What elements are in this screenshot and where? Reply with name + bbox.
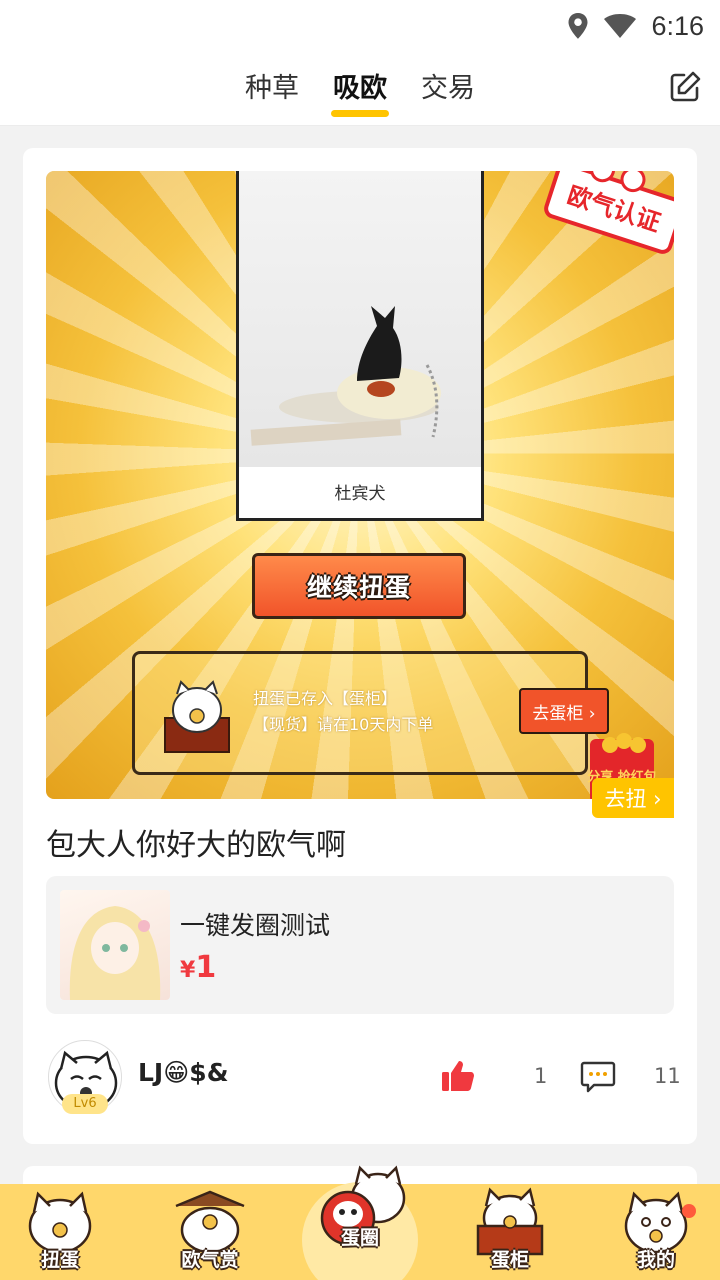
post-title: 包大人你好大的欧气啊	[46, 828, 346, 863]
cabinet-notice: 扭蛋已存入【蛋柜】 【现货】请在10天内下单 去蛋柜 ›	[132, 651, 609, 775]
comment-icon[interactable]	[580, 1058, 616, 1094]
nav-item-gacha[interactable]: 扭蛋	[0, 1184, 120, 1280]
nav-item-profile[interactable]: 我的	[596, 1184, 716, 1280]
notification-dot	[682, 1204, 696, 1218]
thumbs-up-icon[interactable]	[440, 1058, 476, 1094]
post-image[interactable]: 杜宾犬 继续扭蛋 扭蛋已存入【蛋柜】 【现货】请在10天内下单 去蛋柜 › 欧气…	[46, 171, 674, 799]
nav-item-cabinet[interactable]: 蛋柜	[450, 1184, 570, 1280]
top-nav: 种草 吸欧 交易	[0, 52, 720, 126]
notice-line-2: 【现货】请在10天内下单	[253, 715, 434, 734]
edit-icon[interactable]	[668, 70, 702, 104]
nav-item-lucky-reward[interactable]: 欧气赏	[150, 1184, 270, 1280]
prize-photo-frame: 杜宾犬	[236, 171, 484, 521]
status-bar: 6:16	[0, 0, 720, 52]
like-count: 1	[534, 1064, 548, 1088]
product-thumbnail	[60, 890, 170, 1000]
price-currency: ¥	[180, 958, 196, 983]
tab-bar: 种草 吸欧 交易	[0, 66, 720, 117]
prize-caption: 杜宾犬	[334, 484, 386, 504]
product-price: ¥1	[180, 950, 216, 985]
author-name[interactable]: LJ😁$&	[138, 1058, 229, 1087]
location-icon	[567, 12, 589, 40]
bottom-nav: 扭蛋 欧气赏 蛋圈 蛋柜 我的	[0, 1165, 720, 1280]
comment-count: 11	[654, 1064, 681, 1088]
nav-label-profile: 我的	[636, 1249, 675, 1271]
post-card[interactable]: 杜宾犬 继续扭蛋 扭蛋已存入【蛋柜】 【现货】请在10天内下单 去蛋柜 › 欧气…	[23, 148, 697, 1144]
price-value: 1	[195, 950, 217, 985]
product-name: 一键发圈测试	[180, 911, 331, 940]
level-badge: Lv6	[62, 1094, 108, 1114]
wifi-icon	[603, 13, 637, 39]
prize-photo	[239, 171, 481, 467]
nav-label-egg-circle: 蛋圈	[340, 1227, 379, 1249]
notice-line-1: 扭蛋已存入【蛋柜】	[253, 689, 398, 708]
notice-text: 扭蛋已存入【蛋柜】 【现货】请在10天内下单	[253, 686, 433, 738]
go-twist-button[interactable]: 去扭 ›	[592, 778, 674, 818]
nav-label-lucky-reward: 欧气赏	[181, 1249, 239, 1271]
tab-trade[interactable]: 交易	[419, 66, 477, 105]
nav-label-gacha: 扭蛋	[40, 1249, 79, 1271]
linked-product[interactable]: 一键发圈测试 ¥1	[46, 876, 674, 1014]
status-time: 6:16	[651, 10, 704, 41]
tab-grass[interactable]: 种草	[243, 66, 301, 105]
author-row: Lv6 LJ😁$& 1 11	[46, 1040, 681, 1120]
go-cabinet-button[interactable]: 去蛋柜 ›	[519, 688, 609, 734]
nav-item-egg-circle[interactable]: 蛋圈	[298, 1162, 422, 1280]
continue-gacha-button[interactable]: 继续扭蛋	[252, 553, 466, 619]
nav-label-cabinet: 蛋柜	[490, 1249, 529, 1271]
tab-xiou[interactable]: 吸欧	[331, 66, 389, 117]
lucky-stamp-icon: 欧气认证	[538, 171, 674, 267]
cabinet-cat-icon	[161, 676, 233, 756]
